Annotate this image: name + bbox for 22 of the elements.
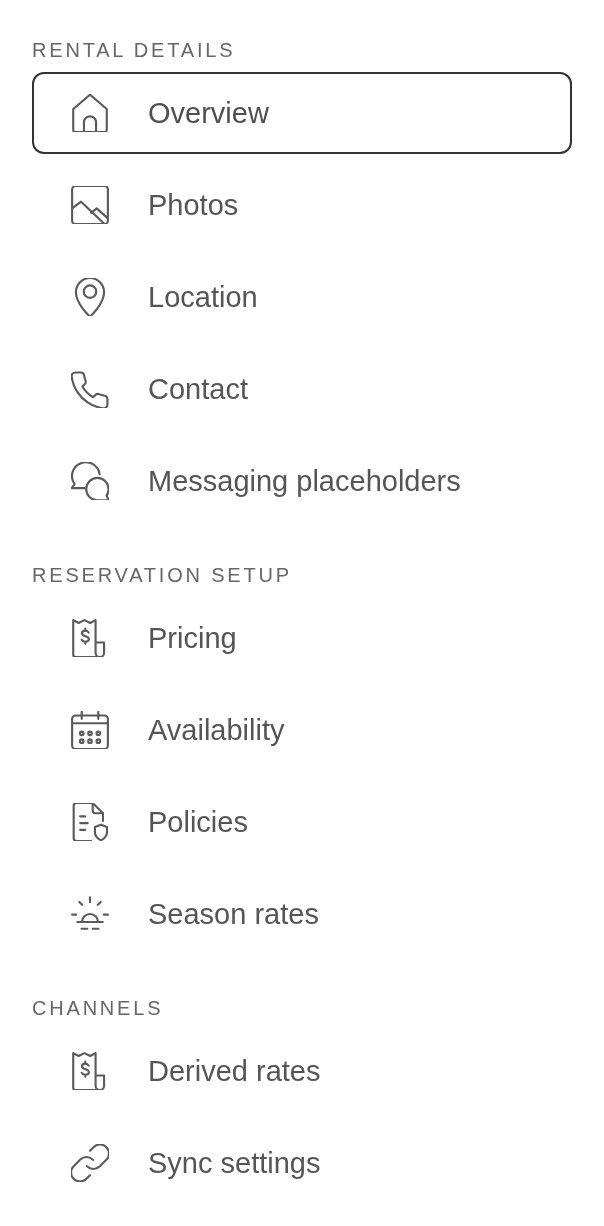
image-icon [71,186,109,224]
nav-item[interactable]: Sync settings [32,1122,572,1204]
link-icon [71,1144,109,1182]
section-heading: RENTAL DETAILS [32,38,236,62]
nav-item[interactable]: Season rates [32,873,572,955]
section-heading: RESERVATION SETUP [32,563,292,587]
nav-item[interactable]: Messaging placeholders [32,440,572,522]
chat-bubbles-icon [71,462,109,500]
document-shield-icon [71,803,109,841]
nav-item[interactable]: Pricing [32,597,572,679]
nav-item[interactable]: Photos [32,164,572,246]
nav-item[interactable]: Availability [32,689,572,771]
phone-icon [71,370,109,408]
nav-item[interactable]: Location [32,256,572,338]
nav-item[interactable]: Contact [32,348,572,430]
house-icon [71,94,109,132]
nav-item[interactable]: Policies [32,781,572,863]
calendar-icon [71,711,109,749]
nav-item[interactable]: Overview [32,72,572,154]
sunrise-icon [71,895,109,933]
section-heading: CHANNELS [32,996,164,1020]
nav-item[interactable]: Derived rates [32,1030,572,1112]
